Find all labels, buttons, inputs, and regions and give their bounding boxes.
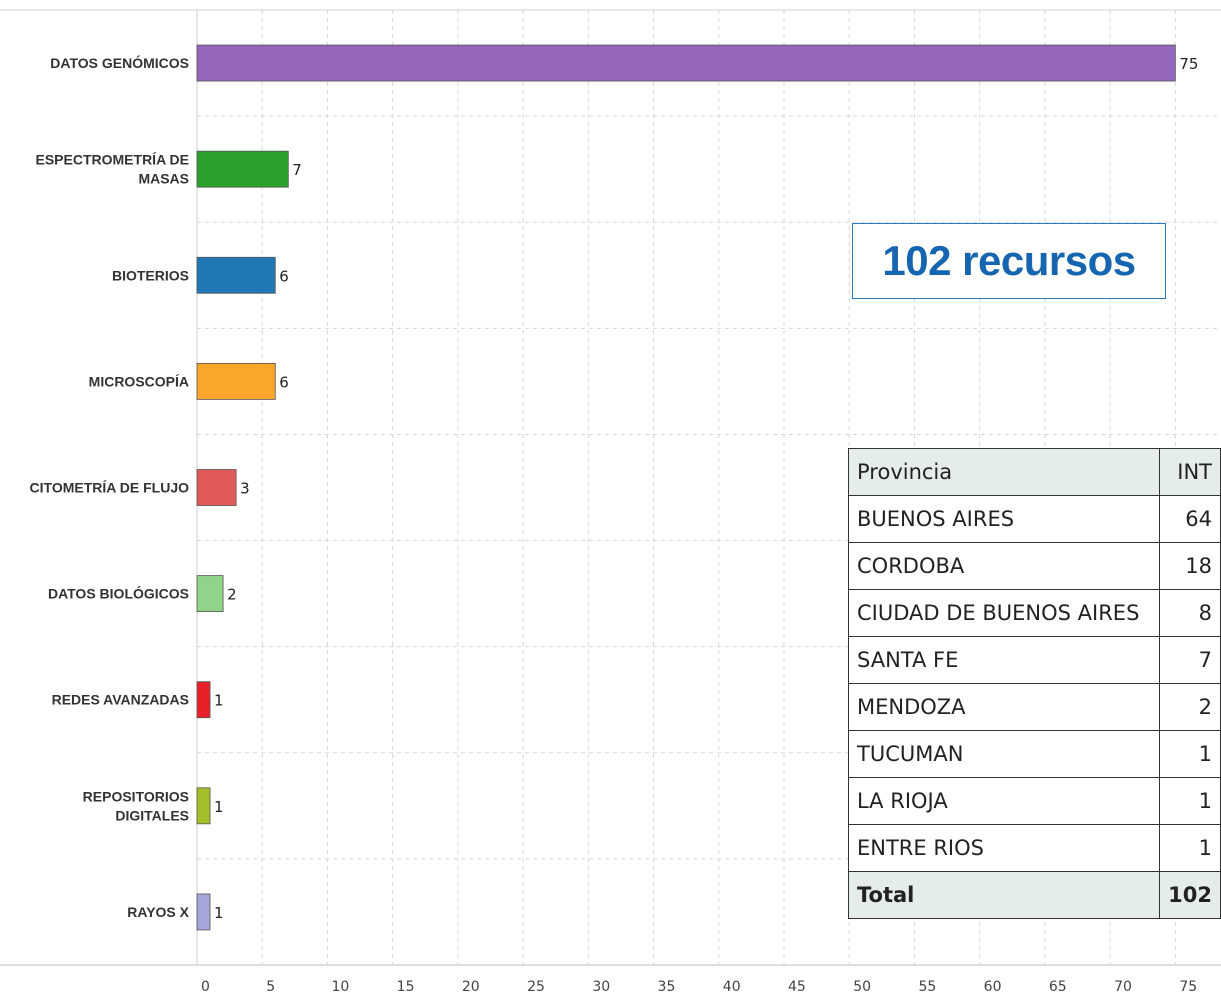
province-name: ENTRE RIOS	[847, 824, 1161, 872]
province-row: ENTRE RIOS 1	[847, 824, 1221, 872]
total-resources-callout: 102 recursos	[852, 223, 1166, 299]
x-tick-label: 75	[1179, 979, 1197, 995]
data-label: 75	[1179, 55, 1198, 73]
x-tick-label: 70	[1114, 979, 1132, 995]
bar	[196, 469, 237, 506]
x-tick-label: 30	[592, 979, 610, 995]
bar	[196, 893, 211, 931]
category-label: DATOS GENÓMICOS	[50, 54, 189, 71]
province-row: TUCUMAN 1	[847, 730, 1221, 778]
x-tick-label: 35	[658, 979, 676, 995]
x-tick-label: 40	[723, 979, 741, 995]
x-tick-label: 50	[853, 979, 871, 995]
category-label: MASAS	[138, 171, 189, 187]
x-tick-label: 25	[527, 979, 545, 995]
province-count: 1	[1159, 824, 1221, 872]
bar	[196, 681, 211, 719]
total-row: Total 102	[847, 871, 1221, 919]
x-tick-label: 10	[331, 979, 349, 995]
x-tick-label: 60	[984, 979, 1002, 995]
x-tick-label: 45	[788, 979, 806, 995]
bar	[196, 44, 1176, 82]
category-label: ESPECTROMETRÍA DE	[36, 152, 190, 168]
province-name: CORDOBA	[847, 542, 1161, 590]
data-label: 1	[214, 798, 224, 816]
province-header: Provincia	[847, 448, 1161, 496]
bar	[196, 256, 276, 294]
province-table-body: BUENOS AIRES 64 CORDOBA 18 CIUDAD DE BUENOS …	[847, 495, 1221, 919]
data-label: 2	[227, 586, 237, 604]
province-name: BUENOS AIRES	[847, 495, 1161, 543]
province-row: SANTA FE 7	[847, 636, 1221, 684]
category-label: DIGITALES	[115, 807, 189, 823]
province-count: 2	[1159, 683, 1221, 731]
category-labels: DATOS GENÓMICOS ESPECTROMETRÍA DE MASAS BIO…	[30, 54, 190, 920]
province-name: LA RIOJA	[847, 777, 1161, 825]
province-count: 18	[1159, 542, 1221, 590]
province-count: 7	[1159, 636, 1221, 684]
province-table: Provincia INT BUENOS AIRES 64 CORDOBA 18 CIU…	[847, 448, 1221, 919]
province-row: CORDOBA 18	[847, 542, 1221, 590]
province-count: 1	[1159, 730, 1221, 778]
province-name: TUCUMAN	[847, 730, 1161, 778]
x-tick-label: 5	[266, 979, 275, 995]
bar	[196, 150, 289, 188]
province-count: 1	[1159, 777, 1221, 825]
x-tick-label: 0	[201, 979, 210, 995]
data-label: 6	[279, 267, 289, 285]
province-row: LA RIOJA 1	[847, 777, 1221, 825]
int-header: INT	[1159, 448, 1221, 496]
province-row: BUENOS AIRES 64	[847, 495, 1221, 543]
category-label: DATOS BIOLÓGICOS	[48, 585, 189, 602]
total-resources-text: 102 recursos	[882, 237, 1136, 284]
category-label: CITOMETRÍA DE FLUJO	[30, 480, 190, 496]
total-value: 102	[1159, 871, 1221, 919]
category-label: REDES AVANZADAS	[52, 692, 189, 708]
category-label: REPOSITORIOS	[83, 788, 189, 804]
data-label: 1	[214, 904, 224, 922]
x-axis-ticks: 0 5 10 15 20 25 30 35 40 45 50 55 60 65 70 75	[201, 979, 1197, 995]
province-count: 64	[1159, 495, 1221, 543]
total-label: Total	[847, 871, 1161, 919]
x-tick-label: 20	[462, 979, 480, 995]
province-name: MENDOZA	[847, 683, 1161, 731]
bar	[196, 362, 276, 400]
province-row: MENDOZA 2	[847, 683, 1221, 731]
x-tick-label: 55	[918, 979, 936, 995]
data-label: 6	[279, 373, 289, 391]
province-count: 8	[1159, 589, 1221, 637]
x-tick-label: 65	[1049, 979, 1067, 995]
category-label: RAYOS X	[127, 904, 189, 920]
bar	[196, 787, 211, 825]
data-label: 1	[214, 692, 224, 710]
province-table-header: Provincia INT	[847, 448, 1221, 496]
category-label: MICROSCOPÍA	[89, 373, 189, 389]
bar	[196, 575, 224, 613]
data-label: 7	[292, 161, 302, 179]
category-label: BIOTERIOS	[112, 267, 189, 283]
province-name: SANTA FE	[847, 636, 1161, 684]
province-row: CIUDAD DE BUENOS AIRES 8	[847, 589, 1221, 637]
chart-title-fragment: g g	[486, 0, 528, 1]
data-label: 3	[240, 480, 250, 498]
x-tick-label: 15	[397, 979, 415, 995]
province-name: CIUDAD DE BUENOS AIRES	[847, 589, 1161, 637]
